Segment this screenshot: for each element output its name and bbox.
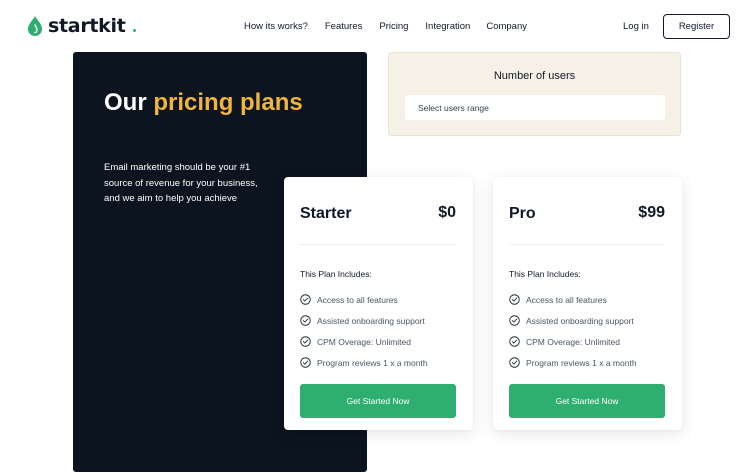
check-circle-icon <box>300 315 311 326</box>
list-item: Program reviews 1 x a month <box>300 352 428 373</box>
plan-name: Starter <box>300 205 352 222</box>
users-selector-panel: Number of users <box>388 52 681 136</box>
top-navbar: startkit How its works? Features Pricing… <box>0 0 756 54</box>
register-button[interactable]: Register <box>663 14 730 39</box>
nav-link-features[interactable]: Features <box>325 21 363 32</box>
check-circle-icon <box>509 315 520 326</box>
users-range-input[interactable] <box>405 95 665 120</box>
nav-link-how-it-works[interactable]: How its works? <box>244 21 308 32</box>
feature-label: Program reviews 1 x a month <box>317 357 428 368</box>
list-item: CPM Overage: Unlimited <box>509 331 637 352</box>
list-item: Access to all features <box>509 289 637 310</box>
list-item: Program reviews 1 x a month <box>509 352 637 373</box>
nav-link-pricing[interactable]: Pricing <box>379 21 408 32</box>
feature-label: Assisted onboarding support <box>317 315 425 326</box>
check-circle-icon <box>509 294 520 305</box>
page-title: Our pricing plans <box>104 87 304 119</box>
divider <box>300 244 456 245</box>
logo-dot <box>132 29 136 32</box>
nav-link-integration[interactable]: Integration <box>425 21 470 32</box>
feature-list: Access to all features Assisted onboardi… <box>509 289 637 373</box>
title-plain: Our <box>104 89 154 116</box>
list-item: Assisted onboarding support <box>300 310 428 331</box>
users-title: Number of users <box>493 70 576 82</box>
leaf-drop-icon <box>28 16 42 36</box>
divider <box>509 244 665 245</box>
feature-label: CPM Overage: Unlimited <box>317 336 412 347</box>
check-circle-icon <box>300 357 311 368</box>
plan-includes-heading: This Plan Includes: <box>300 269 372 279</box>
feature-label: CPM Overage: Unlimited <box>526 336 621 347</box>
login-link[interactable]: Log in <box>623 21 649 32</box>
hero-description: Email marketing should be your #1 source… <box>104 162 258 204</box>
plan-card-starter: Starter $0 This Plan Includes: Access to… <box>284 177 473 430</box>
feature-label: Assisted onboarding support <box>526 315 634 326</box>
nav-link-company[interactable]: Company <box>486 21 527 32</box>
check-circle-icon <box>509 357 520 368</box>
get-started-button-starter[interactable]: Get Started Now <box>300 384 456 418</box>
get-started-button-pro[interactable]: Get Started Now <box>509 384 665 418</box>
plan-card-pro: Pro $99 This Plan Includes: Access to al… <box>493 177 682 430</box>
feature-label: Access to all features <box>526 294 607 305</box>
list-item: Access to all features <box>300 289 428 310</box>
plan-includes-heading: This Plan Includes: <box>509 269 581 279</box>
check-circle-icon <box>300 336 311 347</box>
plan-price: $0 <box>438 204 456 221</box>
feature-list: Access to all features Assisted onboardi… <box>300 289 428 373</box>
list-item: CPM Overage: Unlimited <box>300 331 428 352</box>
check-circle-icon <box>509 336 520 347</box>
check-circle-icon <box>300 294 311 305</box>
logo-text: startkit <box>48 15 126 37</box>
plan-price: $99 <box>638 204 665 221</box>
title-accent: pricing plans <box>153 89 303 116</box>
feature-label: Access to all features <box>317 294 398 305</box>
feature-label: Program reviews 1 x a month <box>526 357 637 368</box>
logo[interactable]: startkit <box>28 15 136 37</box>
list-item: Assisted onboarding support <box>509 310 637 331</box>
plan-name: Pro <box>509 205 536 222</box>
main-nav: How its works? Features Pricing Integrat… <box>244 21 527 32</box>
